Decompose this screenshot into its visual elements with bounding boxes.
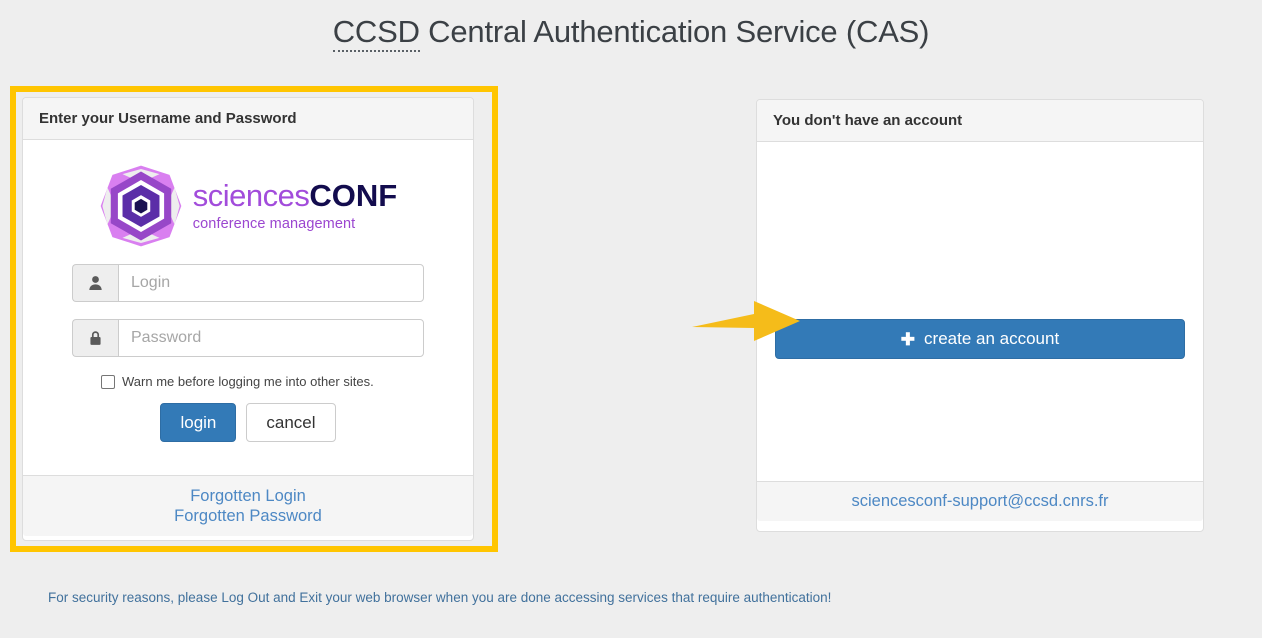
login-button[interactable]: login: [160, 403, 237, 443]
logo-tagline: conference management: [192, 216, 356, 233]
warn-checkbox[interactable]: [101, 374, 115, 389]
account-panel-footer: sciencesconf-support@ccsd.cnrs.fr: [757, 481, 1203, 521]
cancel-button[interactable]: cancel: [246, 403, 336, 443]
login-panel-footer: Forgotten Login Forgotten Password: [23, 475, 473, 537]
user-icon: [72, 264, 118, 302]
password-input-group: [72, 319, 424, 357]
login-panel-heading: Enter your Username and Password: [23, 98, 473, 140]
cas-login-page: CCSD Central Authentication Service (CAS…: [0, 0, 1262, 638]
forgotten-login-link[interactable]: Forgotten Login: [35, 486, 461, 506]
login-panel: Enter your Username and Password science…: [22, 97, 474, 541]
page-title: CCSD Central Authentication Service (CAS…: [0, 14, 1262, 52]
warn-checkbox-row[interactable]: Warn me before logging me into other sit…: [101, 374, 451, 389]
lock-icon: [72, 319, 118, 357]
login-panel-body: sciencesCONF conference management Login…: [23, 140, 473, 475]
right-arrow-annotation-icon: [692, 297, 804, 345]
logo-word-conf: CONF: [309, 178, 398, 214]
warn-checkbox-label: Warn me before logging me into other sit…: [122, 374, 374, 389]
support-email-link[interactable]: sciencesconf-support@ccsd.cnrs.fr: [851, 492, 1108, 510]
page-title-rest: Central Authentication Service (CAS): [419, 14, 930, 49]
username-input[interactable]: [118, 264, 424, 302]
logo-word-sciences: sciences: [192, 178, 310, 214]
password-input[interactable]: [118, 319, 424, 357]
ccsd-abbreviation: CCSD: [332, 14, 420, 52]
forgotten-password-link[interactable]: Forgotten Password: [35, 506, 461, 526]
create-account-button-label: create an account: [924, 329, 1060, 348]
username-input-group: [72, 264, 424, 302]
create-account-panel: You don't have an account ✚ create an ac…: [756, 99, 1204, 532]
account-panel-heading: You don't have an account: [757, 100, 1203, 142]
form-actions: login cancel: [45, 403, 451, 443]
create-account-button[interactable]: ✚ create an account: [775, 319, 1185, 359]
sciencesconf-wordmark: sciencesCONF conference management: [193, 180, 397, 232]
account-panel-body: ✚ create an account: [757, 142, 1203, 481]
security-notice: For security reasons, please Log Out and…: [48, 590, 832, 605]
sciencesconf-logo: sciencesCONF conference management: [45, 164, 451, 248]
plus-icon: ✚: [900, 329, 916, 349]
sciencesconf-hexagon-logo-icon: [99, 164, 183, 248]
